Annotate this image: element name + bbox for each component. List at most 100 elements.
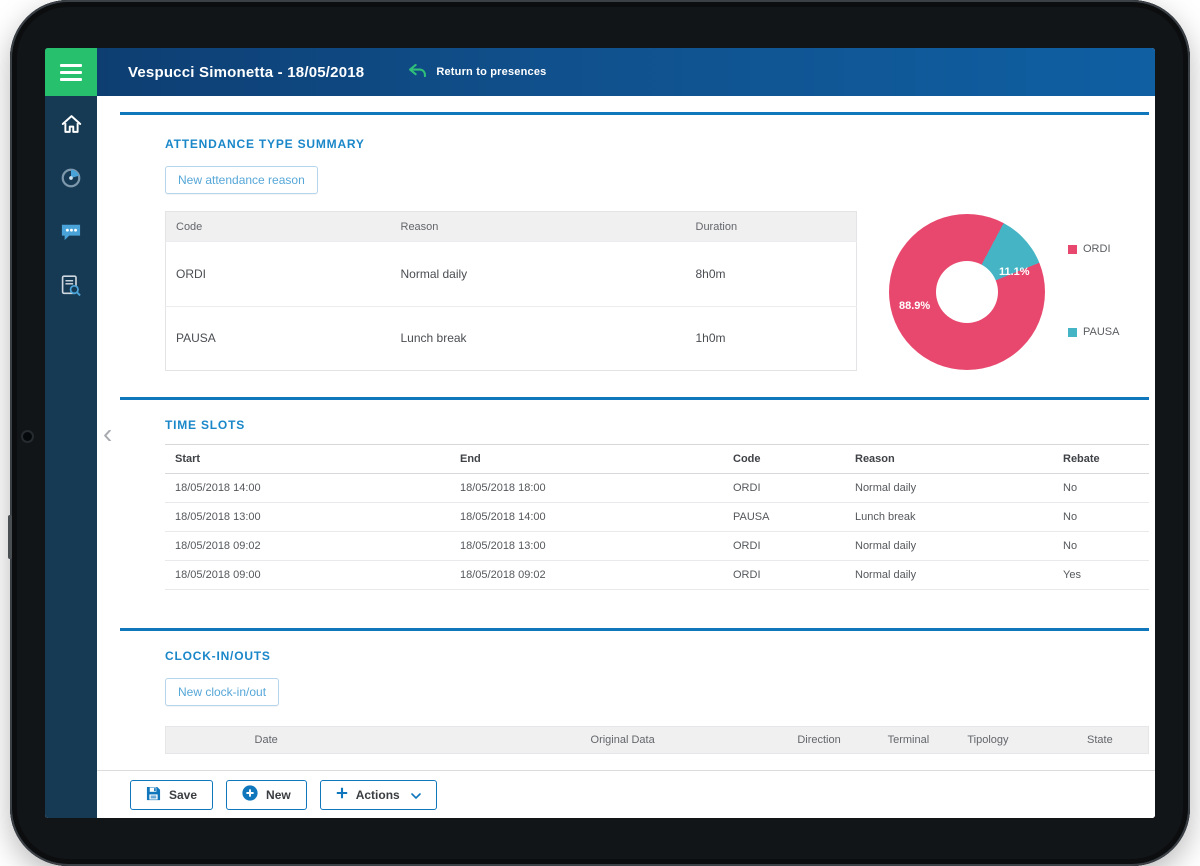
top-divider: [120, 112, 1149, 115]
time-slots-table: Start End Code Reason Rebate 18/05/2018 …: [165, 444, 1149, 590]
column-header: Reason: [390, 211, 686, 242]
sidebar-item-reports[interactable]: [45, 260, 97, 314]
donut-chart[interactable]: 88.9% 11.1%: [889, 214, 1045, 370]
time-slots-section: TIME SLOTS Start End Code Reason Rebate …: [165, 418, 1149, 590]
chevron-down-icon: [410, 788, 421, 802]
legend-item-pausa[interactable]: PAUSA: [1068, 326, 1119, 338]
section-title-attendance: ATTENDANCE TYPE SUMMARY: [165, 137, 365, 151]
cell-reason: Lunch break: [390, 305, 686, 371]
cell-reason: Normal daily: [845, 560, 1053, 590]
new-button[interactable]: New: [226, 779, 307, 810]
legend-label: ORDI: [1083, 243, 1111, 255]
cell-start: 18/05/2018 09:02: [165, 531, 450, 561]
return-link-label: Return to presences: [436, 66, 547, 78]
cell-rebate: No: [1053, 473, 1149, 503]
column-header: State: [1087, 734, 1113, 746]
save-button[interactable]: Save: [130, 779, 214, 810]
table-row: 18/05/2018 13:00 18/05/2018 14:00 PAUSA …: [165, 502, 1149, 532]
main-content: ‹ ATTENDANCE TYPE SUMMARY New attendance…: [97, 96, 1155, 770]
plus-icon: [336, 787, 348, 802]
stage: Vespucci Simonetta - 18/05/2018 Return t…: [0, 0, 1200, 866]
new-attendance-reason-button[interactable]: New attendance reason: [165, 166, 318, 194]
cell-duration: 1h0m: [685, 305, 857, 371]
clock-in-outs-table-header: Date Original Data Direction Terminal Ti…: [165, 726, 1149, 754]
column-header: Tipology: [967, 734, 1009, 746]
table-header-row: Code Reason Duration: [165, 211, 857, 242]
cell-code: PAUSA: [723, 502, 845, 532]
pie-label-pausa: 11.1%: [999, 266, 1030, 278]
plus-circle-icon: [242, 785, 258, 804]
menu-button[interactable]: [45, 48, 97, 96]
actions-button[interactable]: Actions: [319, 779, 437, 810]
main-column: ‹ ATTENDANCE TYPE SUMMARY New attendance…: [97, 96, 1155, 818]
actions-button-label: Actions: [355, 787, 400, 802]
cell-code: PAUSA: [165, 305, 391, 371]
app-screen: Vespucci Simonetta - 18/05/2018 Return t…: [45, 48, 1155, 818]
attendance-chart: 88.9% 11.1% ORDI PAUSA: [857, 211, 1149, 371]
attendance-summary-row: Code Reason Duration ORDI Normal daily 8…: [165, 211, 1149, 371]
cell-duration: 8h0m: [685, 241, 857, 306]
table-row: ORDI Normal daily 8h0m: [165, 241, 857, 306]
section-title-clock-in-outs: CLOCK-IN/OUTS: [165, 649, 271, 663]
chat-icon: [60, 222, 82, 245]
table-row: 18/05/2018 14:00 18/05/2018 18:00 ORDI N…: [165, 473, 1149, 503]
column-header: Date: [254, 734, 278, 746]
cell-start: 18/05/2018 09:00: [165, 560, 450, 590]
cell-code: ORDI: [723, 560, 845, 590]
page-title: Vespucci Simonetta - 18/05/2018: [128, 63, 365, 81]
cell-end: 18/05/2018 13:00: [450, 531, 723, 561]
cell-start: 18/05/2018 13:00: [165, 502, 450, 532]
attendance-summary-section: ATTENDANCE TYPE SUMMARY New attendance r…: [165, 137, 1149, 371]
cell-rebate: No: [1053, 531, 1149, 561]
new-clock-in-out-button[interactable]: New clock-in/out: [165, 678, 280, 706]
return-to-presences-link[interactable]: Return to presences: [408, 63, 547, 80]
cell-end: 18/05/2018 18:00: [450, 473, 723, 503]
column-header: Reason: [845, 444, 1053, 474]
column-header: Direction: [797, 734, 841, 746]
tablet-frame: Vespucci Simonetta - 18/05/2018 Return t…: [8, 0, 1190, 866]
column-header: Duration: [685, 211, 857, 242]
return-arrow-icon: [408, 63, 427, 80]
section-divider: [120, 628, 1149, 631]
presences-icon: [60, 167, 82, 192]
home-icon: [61, 114, 82, 137]
cell-reason: Lunch break: [845, 502, 1053, 532]
hamburger-icon: [60, 63, 82, 67]
app-header: Vespucci Simonetta - 18/05/2018 Return t…: [45, 48, 1155, 96]
pie-label-ordi: 88.9%: [899, 300, 931, 312]
bottom-toolbar: Save New Actions: [97, 770, 1155, 818]
table-row: 18/05/2018 09:00 18/05/2018 09:02 ORDI N…: [165, 560, 1149, 590]
device-side-button: [8, 515, 12, 559]
cell-reason: Normal daily: [390, 241, 686, 306]
save-icon: [146, 786, 161, 804]
cell-rebate: No: [1053, 502, 1149, 532]
table-header-row: Start End Code Reason Rebate: [165, 444, 1149, 474]
table-row: 18/05/2018 09:02 18/05/2018 13:00 ORDI N…: [165, 531, 1149, 561]
cell-end: 18/05/2018 09:02: [450, 560, 723, 590]
collapse-sidebar-chevron[interactable]: ‹: [103, 420, 112, 448]
column-header: Code: [723, 444, 845, 474]
sidebar-item-home[interactable]: [45, 98, 97, 152]
sidebar-item-presences[interactable]: [45, 152, 97, 206]
sidebar-item-messages[interactable]: [45, 206, 97, 260]
clock-in-outs-section: CLOCK-IN/OUTS New clock-in/out Date Orig…: [165, 649, 1149, 754]
legend-swatch-pausa: [1068, 327, 1077, 337]
app-body: ‹ ATTENDANCE TYPE SUMMARY New attendance…: [45, 96, 1155, 818]
camera-dot: [23, 432, 32, 441]
section-divider: [120, 397, 1149, 400]
cell-end: 18/05/2018 14:00: [450, 502, 723, 532]
legend-label: PAUSA: [1083, 326, 1120, 338]
legend-swatch-ordi: [1068, 244, 1077, 254]
column-header: Code: [165, 211, 391, 242]
column-header: End: [450, 444, 723, 474]
cell-code: ORDI: [723, 531, 845, 561]
cell-code: ORDI: [165, 241, 391, 306]
column-header: Original Data: [590, 734, 655, 746]
cell-reason: Normal daily: [845, 473, 1053, 503]
sidebar: [45, 96, 97, 818]
column-header: Start: [165, 444, 450, 474]
column-header: Rebate: [1053, 444, 1149, 474]
cell-reason: Normal daily: [845, 531, 1053, 561]
legend-item-ordi[interactable]: ORDI: [1068, 243, 1111, 255]
table-row: PAUSA Lunch break 1h0m: [165, 305, 857, 371]
